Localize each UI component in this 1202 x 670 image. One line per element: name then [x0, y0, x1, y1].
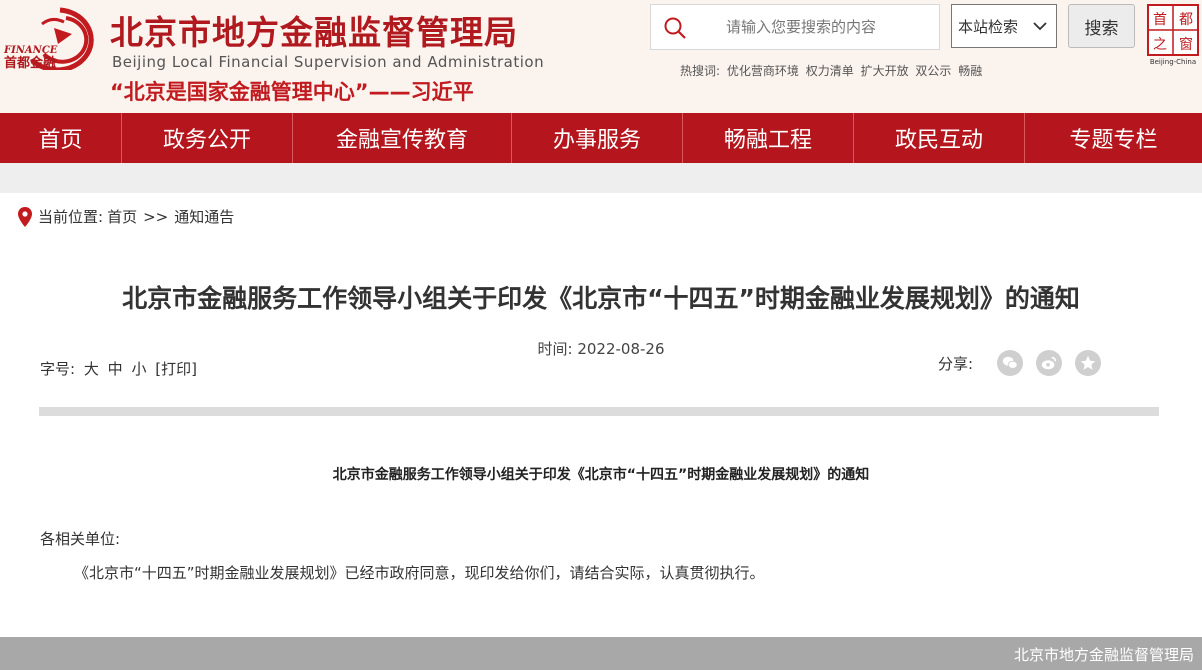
capital-logo-char: 首 [1153, 12, 1167, 28]
site-footer: 北京市地方金融监督管理局 [0, 637, 1202, 670]
search-icon [664, 17, 686, 39]
nav-item-special-topics[interactable]: 专题专栏 [1025, 113, 1202, 163]
font-size-label: 字号: [40, 360, 76, 378]
site-header: FINANCE 首都金融 北京市地方金融监督管理局 Beijing Local … [0, 0, 1202, 113]
nav-item-government-affairs[interactable]: 政务公开 [122, 113, 293, 163]
favorite-icon[interactable] [1075, 350, 1102, 376]
main-nav: 首页 政务公开 金融宣传教育 办事服务 畅融工程 政民互动 专题专栏 [0, 113, 1202, 163]
slogan: “北京是国家金融管理中心”——习近平 [110, 80, 474, 104]
font-size-control: 字号: 大 中 小 [打印] [40, 358, 201, 379]
print-link[interactable]: [打印] [155, 360, 197, 378]
hotword-link[interactable]: 权力清单 [806, 64, 854, 78]
capital-window-logo[interactable]: 首 都 之 窗 Beijing-China [1146, 4, 1200, 66]
search-input[interactable] [701, 5, 937, 49]
document-title: 北京市金融服务工作领导小组关于印发《北京市“十四五”时期金融业发展规划》的通知 [332, 467, 870, 483]
breadcrumb-separator: >> [143, 207, 169, 226]
chevron-down-icon [1033, 22, 1047, 31]
hotword-link[interactable]: 畅融 [958, 64, 982, 78]
footer-text: 北京市地方金融监督管理局 [1013, 646, 1194, 664]
article-title: 北京市金融服务工作领导小组关于印发《北京市“十四五”时期金融业发展规划》的通知 [122, 284, 1080, 313]
breadcrumb-current-link[interactable]: 通知通告 [174, 206, 234, 227]
capital-logo-char: 窗 [1179, 36, 1193, 53]
search-button[interactable]: 搜索 [1068, 4, 1135, 48]
site-title: 北京市地方金融监督管理局 [110, 13, 518, 52]
hotwords: 热搜词: 优化营商环境 权力清单 扩大开放 双公示 畅融 [680, 62, 985, 79]
search-scope-value: 本站检索 [958, 17, 1019, 36]
hotword-link[interactable]: 双公示 [915, 64, 951, 78]
font-size-small[interactable]: 小 [131, 360, 146, 378]
nav-item-services[interactable]: 办事服务 [512, 113, 683, 163]
finance-emblem-logo[interactable]: FINANCE 首都金融 [2, 4, 102, 73]
nav-item-interaction[interactable]: 政民互动 [854, 113, 1025, 163]
article-divider [39, 407, 1159, 416]
nav-item-changrong-project[interactable]: 畅融工程 [683, 113, 854, 163]
share-bar: 分享: [938, 350, 1114, 376]
capital-logo-char: 都 [1179, 12, 1193, 28]
font-size-medium[interactable]: 中 [108, 360, 123, 378]
hotwords-label: 热搜词: [680, 64, 721, 78]
capital-logo-char: 之 [1153, 37, 1167, 53]
font-size-large[interactable]: 大 [84, 360, 99, 378]
breadcrumb-home-link[interactable]: 首页 [107, 206, 137, 227]
emblem-finance-text: FINANCE [3, 45, 58, 56]
nav-item-home[interactable]: 首页 [0, 113, 122, 163]
share-label: 分享: [938, 354, 974, 373]
emblem-name-text: 首都金融 [4, 55, 56, 70]
search-scope-select[interactable]: 本站检索 [951, 4, 1057, 48]
document-body: 《北京市“十四五”时期金融业发展规划》已经市政府同意，现印发给你们，请结合实际，… [74, 564, 765, 582]
weibo-icon[interactable] [1036, 350, 1063, 376]
breadcrumb: 当前位置: 首页 >> 通知通告 [18, 206, 234, 227]
hotword-link[interactable]: 优化营商环境 [727, 64, 799, 78]
capital-logo-en: Beijing-China [1150, 58, 1196, 66]
document-salutation: 各相关单位: [40, 530, 121, 548]
breadcrumb-label: 当前位置: [38, 208, 104, 226]
hotword-link[interactable]: 扩大开放 [861, 64, 909, 78]
nav-spacer-band [0, 163, 1202, 193]
location-pin-icon [18, 206, 32, 227]
search-box [650, 4, 940, 50]
site-title-english: Beijing Local Financial Supervision and … [112, 53, 545, 71]
nav-item-financial-education[interactable]: 金融宣传教育 [293, 113, 512, 163]
wechat-icon[interactable] [997, 350, 1024, 376]
